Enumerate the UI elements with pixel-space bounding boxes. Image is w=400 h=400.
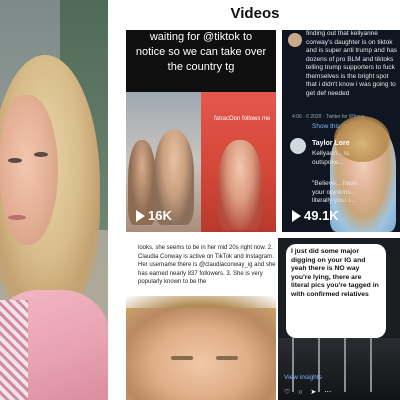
- photo-face: [0, 95, 58, 245]
- reply-username: Taylor Lore: [312, 140, 350, 147]
- avatar: [288, 33, 302, 47]
- reply-text: Kellyann... is outspoke...: [312, 150, 349, 166]
- caption-line: the country tg: [167, 61, 235, 73]
- view-insights-link[interactable]: View insights: [284, 374, 322, 381]
- overlay-text: fatracOon follows me: [214, 116, 271, 122]
- stair-rail: [370, 330, 372, 392]
- play-icon: [292, 209, 301, 222]
- view-count-value: 49.1K: [304, 208, 339, 223]
- message-bubble: I just did some major digging on your IG…: [286, 244, 386, 338]
- video-person-face: [126, 308, 276, 400]
- view-count: 49.1K: [292, 208, 339, 223]
- action-icons[interactable]: ♡ ○ ➤ ⋯: [284, 388, 334, 396]
- video-tile-4[interactable]: I just did some major digging on your IG…: [278, 238, 400, 400]
- video-caption: waiting for @tiktok to notice so we can …: [126, 30, 276, 92]
- caption-line: waiting for @tiktok to: [149, 31, 253, 43]
- caption-line: notice so we can take over: [135, 46, 267, 58]
- video-person-brow: [216, 356, 238, 360]
- left-photo: [0, 0, 108, 400]
- video-tile-3[interactable]: looks, she seems to be in her mid 20s ri…: [126, 238, 276, 400]
- view-count-value: 16K: [148, 208, 172, 223]
- stair-rail: [318, 330, 320, 392]
- article-text: looks, she seems to be in her mid 20s ri…: [138, 245, 276, 285]
- avatar: [290, 138, 306, 154]
- reply-text: "Believe... have your opinions... litera…: [312, 180, 357, 204]
- comment-text: finding out that kellyanne conway's daug…: [306, 30, 398, 97]
- panel-title: Videos: [230, 5, 280, 22]
- photo-collar: [0, 300, 28, 400]
- stair-rail: [292, 330, 294, 392]
- stair-rail: [344, 330, 346, 392]
- play-icon: [136, 209, 145, 222]
- photo-eye-left: [8, 158, 22, 163]
- video-person: [218, 140, 262, 230]
- photo-eye-right: [34, 152, 48, 157]
- photo-lips: [8, 215, 26, 220]
- video-person-brow: [171, 356, 193, 360]
- video-tile-2[interactable]: finding out that kellyanne conway's daug…: [282, 30, 400, 232]
- video-tile-1[interactable]: waiting for @tiktok to notice so we can …: [126, 30, 276, 232]
- view-count: 16K: [136, 208, 172, 223]
